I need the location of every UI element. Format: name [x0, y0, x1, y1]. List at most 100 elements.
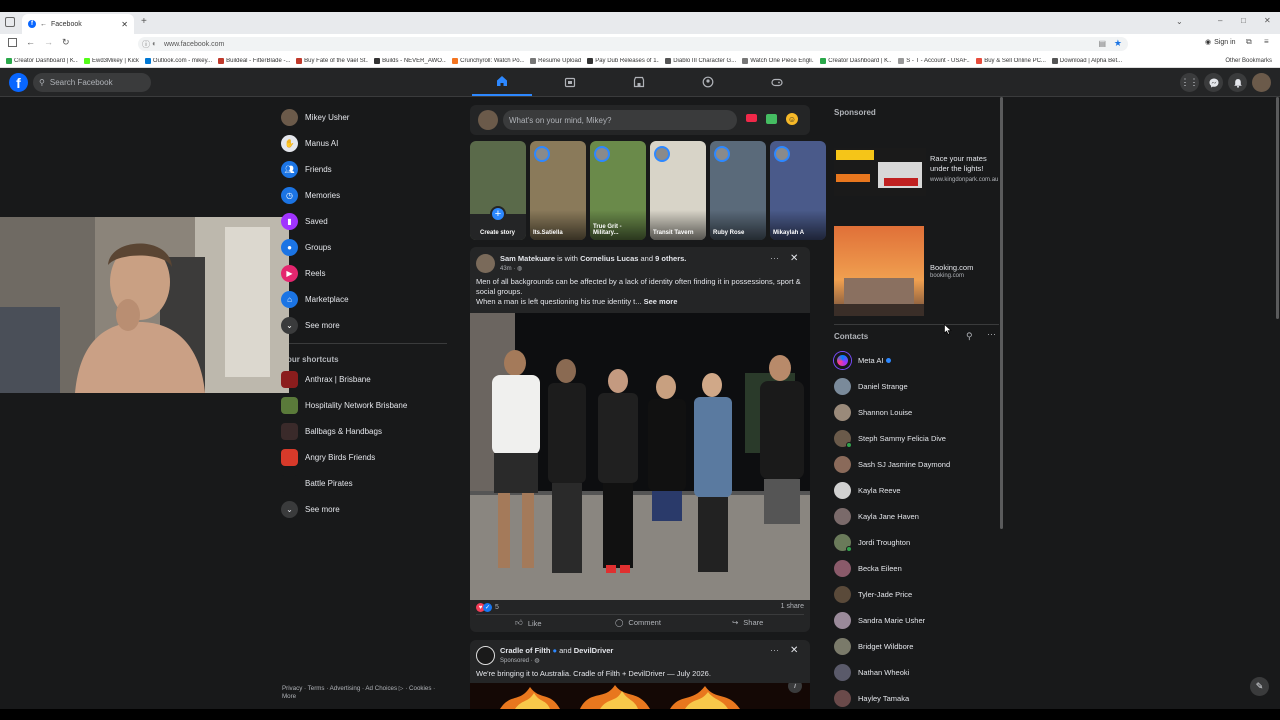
- story-card[interactable]: Mikaylah A: [770, 141, 826, 240]
- tab-gaming[interactable]: [747, 68, 807, 96]
- bookmark-item[interactable]: Diablo III Character G...: [665, 57, 736, 64]
- story-card[interactable]: Its.Satiella: [530, 141, 586, 240]
- sponsored-ad-2[interactable]: Booking.com booking.com: [834, 226, 1004, 316]
- sponsored-ad-1[interactable]: Race your mates under the lights! www.ki…: [834, 148, 1004, 196]
- contact-item[interactable]: Becka Eileen: [834, 557, 902, 579]
- page-scrollbar[interactable]: [1276, 97, 1279, 319]
- sidebar-item-manus-ai[interactable]: ✋ Manus AI: [281, 131, 338, 155]
- contact-item[interactable]: Tyler-Jade Price: [834, 583, 912, 605]
- contact-item[interactable]: Daniel Strange: [834, 375, 908, 397]
- contact-item[interactable]: Sandra Marie Usher: [834, 609, 925, 631]
- post-tagged-name[interactable]: Cornelius Lucas: [580, 254, 638, 263]
- extensions-icon[interactable]: ⧉: [1246, 37, 1252, 47]
- contact-item[interactable]: Jordi Troughton: [834, 531, 910, 553]
- comment-button[interactable]: ◯ Comment: [615, 618, 661, 627]
- post-author-name[interactable]: Sam Matekuare: [500, 254, 555, 263]
- new-tab-icon[interactable]: +: [141, 16, 147, 27]
- shortcut-item[interactable]: Anthrax | Brisbane: [281, 367, 371, 391]
- contact-item[interactable]: Kayla Jane Haven: [834, 505, 919, 527]
- footer-links[interactable]: Privacy · Terms · Advertising · Ad Choic…: [282, 685, 447, 701]
- bookmark-item[interactable]: Crunchyroll: Watch Po...: [452, 57, 524, 64]
- sidebar-toggle-icon[interactable]: [8, 38, 17, 47]
- post-options-icon[interactable]: ···: [770, 253, 779, 263]
- tab-close-icon[interactable]: ✕: [121, 20, 128, 29]
- reactions-summary[interactable]: ♥ ✓ 5: [476, 603, 499, 612]
- live-video-icon[interactable]: [746, 114, 757, 122]
- bookmark-item[interactable]: Buy Fate of the Vael St...: [296, 57, 368, 64]
- sidebar-item-groups[interactable]: ● Groups: [281, 235, 331, 259]
- sponsored-author-name[interactable]: Cradle of Filth: [500, 646, 550, 655]
- tab-actions-icon[interactable]: [5, 17, 15, 27]
- sidebar-item-see-more[interactable]: ⌄ See more: [281, 313, 340, 337]
- share-button[interactable]: ↪ Share: [732, 618, 763, 627]
- bookmark-item[interactable]: Creator Dashboard | K...: [820, 57, 892, 64]
- shortcut-item[interactable]: Hospitality Network Brisbane: [281, 393, 407, 417]
- address-bar[interactable]: ⓘ ◐ www.facebook.com ▤ ★: [138, 37, 1128, 51]
- shares-count[interactable]: 1 share: [781, 603, 804, 610]
- contact-item[interactable]: Nathan Wheoki: [834, 661, 909, 683]
- menu-icon[interactable]: ≡: [1264, 37, 1269, 46]
- post-author-avatar[interactable]: [476, 254, 495, 273]
- sidebar-item-marketplace[interactable]: ⌂ Marketplace: [281, 287, 349, 311]
- create-story-card[interactable]: + Create story: [470, 141, 526, 240]
- tab-groups[interactable]: [678, 68, 738, 96]
- bookmark-item[interactable]: Buildeal - FitterBlade -...: [218, 57, 290, 64]
- shortcut-item[interactable]: Angry Birds Friends: [281, 445, 375, 469]
- browser-tab[interactable]: f ← Facebook ✕: [22, 14, 134, 34]
- bookmark-item[interactable]: Outlook.com - mikey...: [144, 57, 212, 64]
- contact-item[interactable]: Bridget Wildbore: [834, 635, 913, 657]
- shortcut-item[interactable]: Battle Pirates: [281, 471, 353, 495]
- shortcut-item[interactable]: Ballbags & Handbags: [281, 419, 382, 443]
- contact-item[interactable]: Steph Sammy Felicia Dive: [834, 427, 946, 449]
- back-icon[interactable]: ←: [26, 37, 35, 47]
- post-close-icon[interactable]: ✕: [790, 253, 798, 264]
- sidebar-item-mikey-usher[interactable]: Mikey Usher: [281, 105, 349, 129]
- sponsored-options-icon[interactable]: ···: [770, 645, 779, 655]
- contact-item[interactable]: Shannon Louise: [834, 401, 912, 423]
- sponsored-close-icon[interactable]: ✕: [790, 645, 798, 656]
- post-see-more-link[interactable]: See more: [644, 297, 678, 306]
- window-close-icon[interactable]: ✕: [1264, 16, 1271, 25]
- tab-home[interactable]: [472, 68, 532, 96]
- bookmark-item[interactable]: Creator Dashboard | K...: [6, 57, 78, 64]
- contacts-search-icon[interactable]: ⚲: [966, 331, 973, 342]
- bookmark-star-icon[interactable]: ★: [1114, 38, 1122, 49]
- tracking-icon[interactable]: ◐: [152, 39, 157, 48]
- bookmark-item[interactable]: Buy & Sell Online PC...: [976, 57, 1046, 64]
- sponsored-label[interactable]: Sponsored · ◍: [500, 657, 540, 664]
- profile-avatar[interactable]: [1252, 73, 1271, 92]
- sidebar-item-saved[interactable]: ▮ Saved: [281, 209, 328, 233]
- photo-icon[interactable]: [766, 114, 777, 124]
- sidebar-item-reels[interactable]: ▶ Reels: [281, 261, 325, 285]
- sidebar-scrollbar[interactable]: [1000, 97, 1003, 529]
- story-card[interactable]: Transit Tavern: [650, 141, 706, 240]
- site-info-icon[interactable]: ⓘ: [142, 39, 150, 50]
- post-timestamp[interactable]: 43m · ◍: [500, 265, 522, 272]
- bookmark-item[interactable]: Download | Alpha Bet...: [1051, 57, 1122, 64]
- post-others-link[interactable]: 9 others.: [655, 254, 686, 263]
- signin-button[interactable]: ◉ Sign in: [1205, 38, 1236, 47]
- composer-input[interactable]: What's on your mind, Mikey?: [503, 110, 737, 130]
- sponsored-image[interactable]: i: [470, 683, 810, 709]
- story-card[interactable]: Ruby Rose: [710, 141, 766, 240]
- new-message-button[interactable]: ✎: [1250, 677, 1269, 696]
- sponsored-author2-name[interactable]: DevilDriver: [574, 646, 614, 655]
- forward-icon[interactable]: →: [44, 37, 53, 47]
- contact-item[interactable]: Kayla Reeve: [834, 479, 901, 501]
- sidebar-item-friends[interactable]: 👥︎ Friends: [281, 157, 332, 181]
- minimize-icon[interactable]: –: [1218, 16, 1222, 25]
- bookmark-item[interactable]: Watch One Piece Engli...: [742, 57, 814, 64]
- story-card[interactable]: True Grit - Military...: [590, 141, 646, 240]
- bookmark-item[interactable]: Pay Dub Releases of 1...: [587, 57, 659, 64]
- feeling-icon[interactable]: ☺: [786, 113, 798, 125]
- bookmark-item[interactable]: S - T - Account - USAF...: [898, 57, 970, 64]
- reader-view-icon[interactable]: ▤: [1098, 39, 1106, 48]
- tab-marketplace[interactable]: [609, 68, 669, 96]
- post-photo[interactable]: [470, 313, 810, 600]
- other-bookmarks[interactable]: Other Bookmarks: [1225, 58, 1272, 64]
- sidebar-item-memories[interactable]: ◷ Memories: [281, 183, 340, 207]
- sponsored-author-avatar[interactable]: [476, 646, 495, 665]
- menu-button[interactable]: ⋮⋮: [1180, 73, 1199, 92]
- maximize-icon[interactable]: □: [1241, 16, 1246, 25]
- facebook-logo-icon[interactable]: f: [9, 73, 28, 92]
